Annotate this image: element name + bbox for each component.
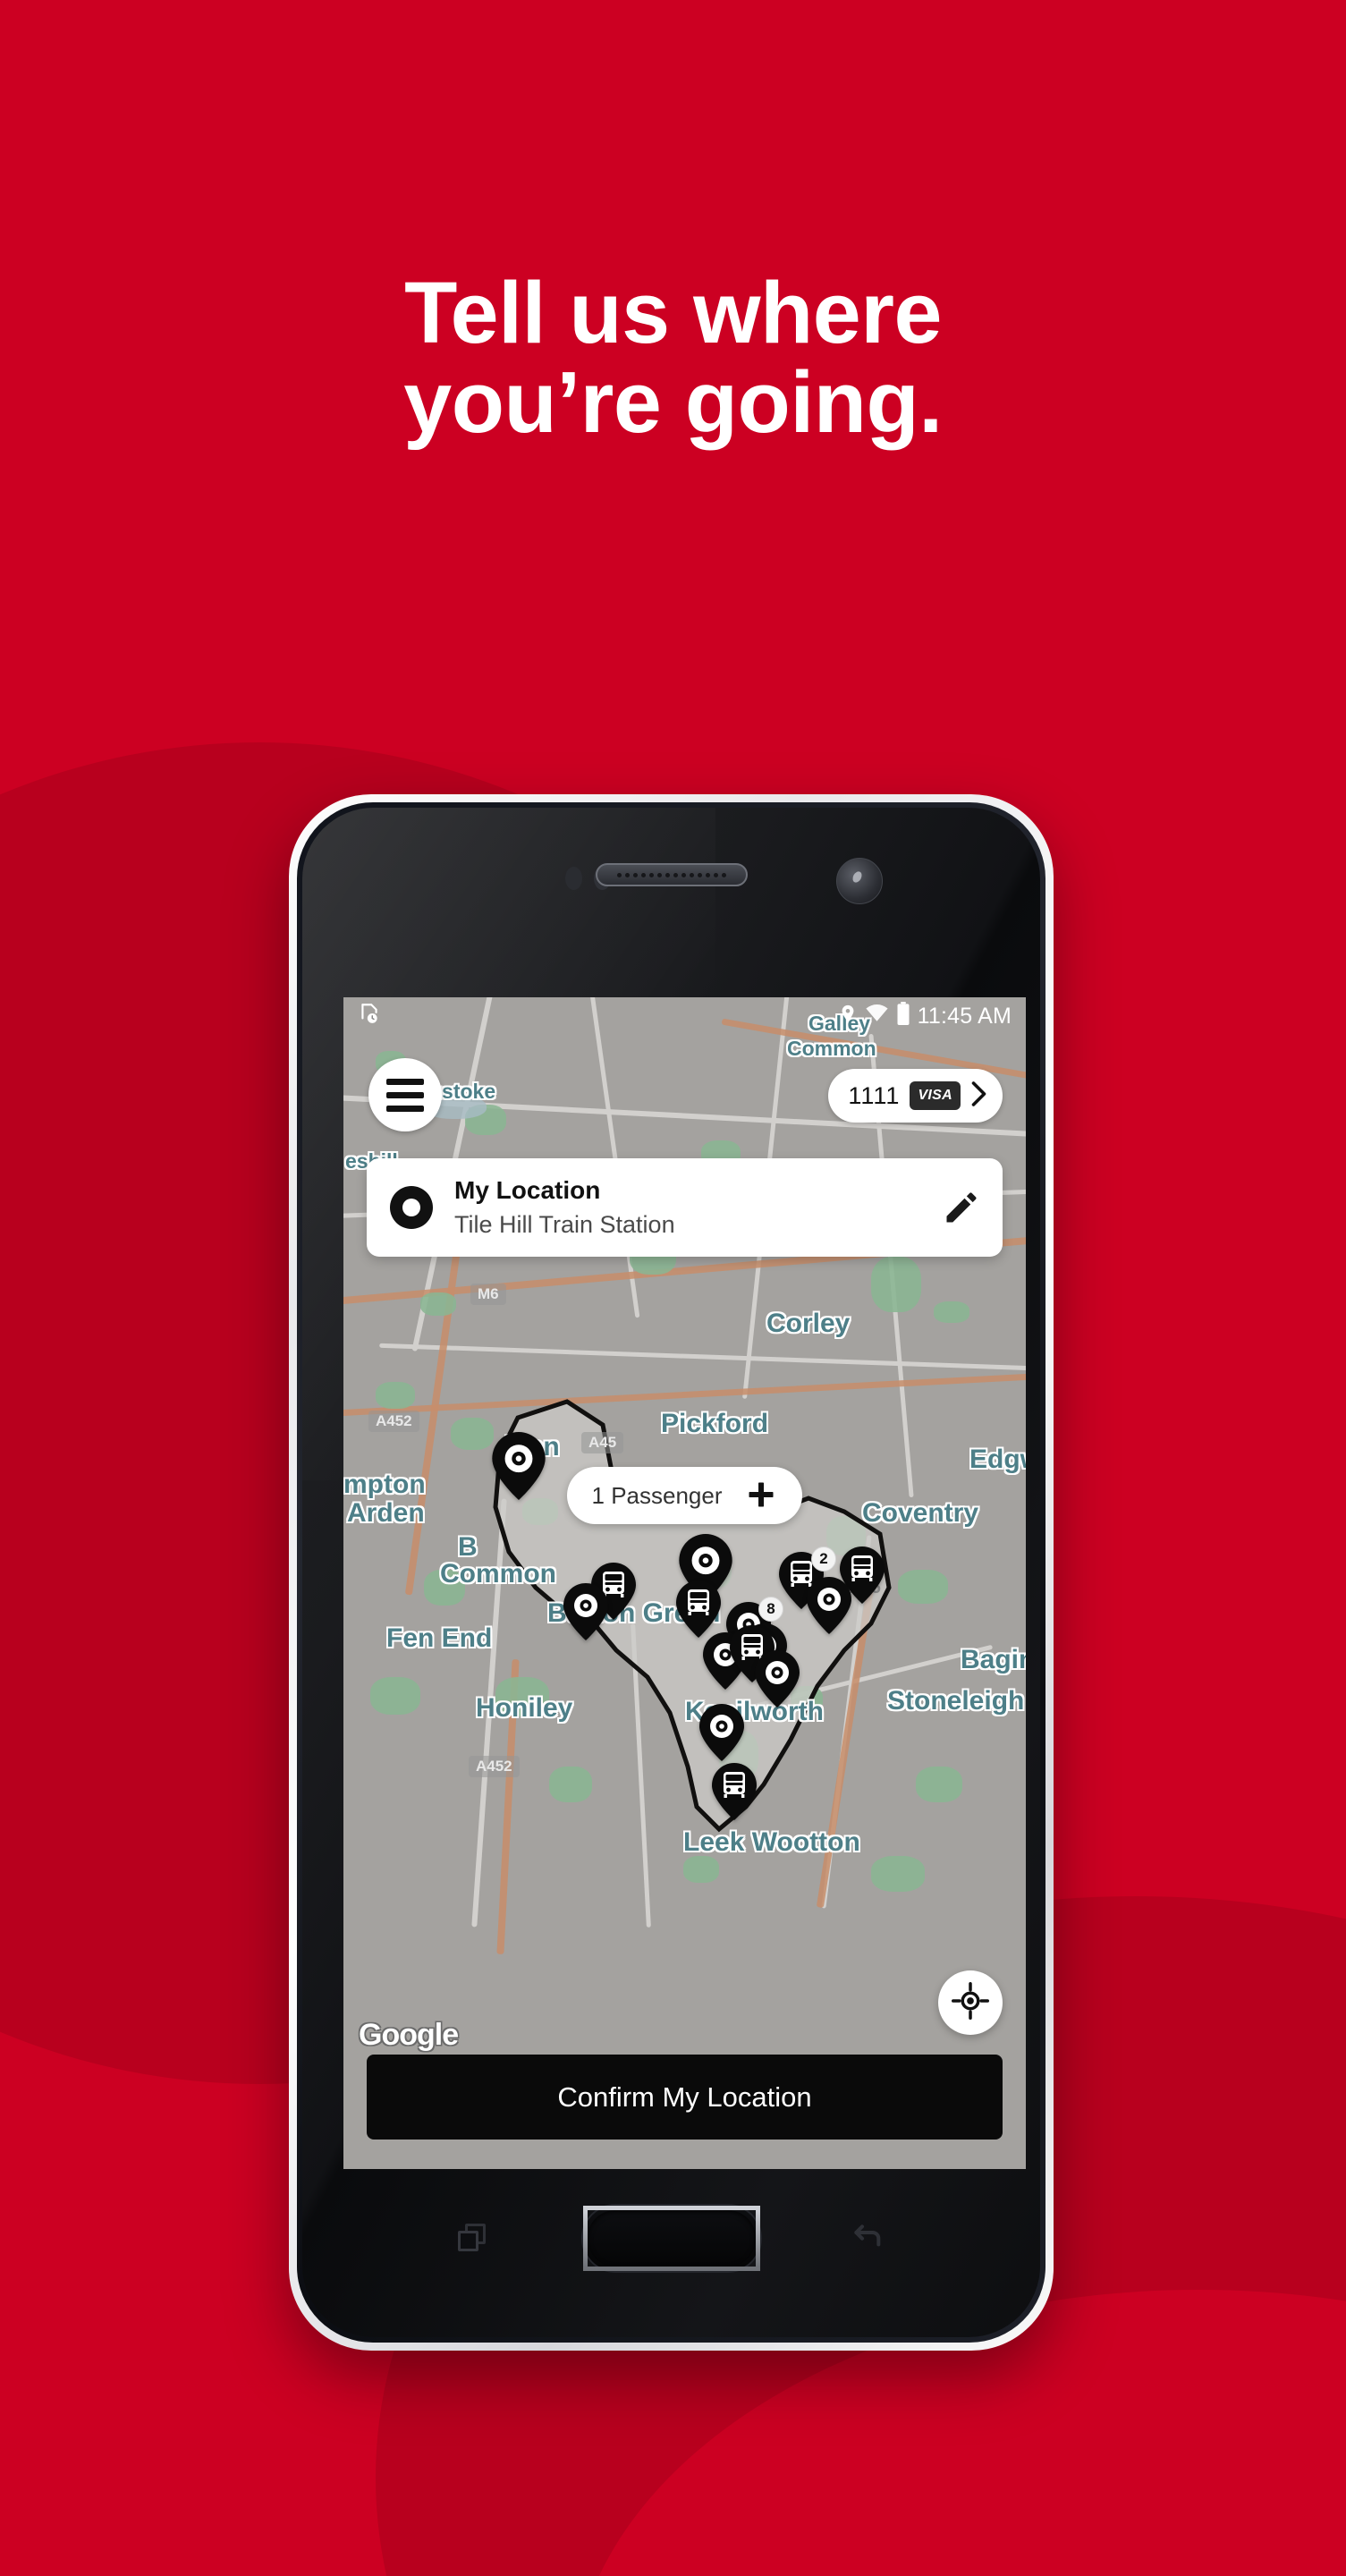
map-pin-location[interactable] [755,1650,800,1707]
phone-body: GalleyCommonustokeeshillM6CorleyA452A45i… [302,808,1040,2337]
confirm-location-button[interactable]: Confirm My Location [367,2055,1003,2140]
map-label: Leek Wootton [683,1827,860,1857]
map-label: Common [787,1037,876,1060]
map-label: Edgw [969,1445,1026,1474]
screenshot-saved-icon [358,1002,381,1031]
confirm-location-label: Confirm My Location [557,2080,812,2113]
map-pin-location[interactable] [699,1704,744,1761]
map-label: A452 [469,1756,520,1777]
map-pin-bus-stop[interactable] [712,1763,757,1820]
map-label: Honiley [476,1693,573,1723]
home-button[interactable] [582,2206,760,2271]
map-label: Baginto [961,1645,1026,1674]
promo-headline: Tell us where you’re going. [0,268,1346,447]
headline-line-2: you’re going. [403,352,943,451]
payment-method-button[interactable]: 1111 VISA [828,1069,1003,1123]
map-label: Common [440,1559,556,1589]
android-status-bar: 11:45 AM [343,997,1026,1035]
map-label: Corley [766,1309,851,1338]
proximity-sensor [565,867,582,890]
passenger-count-button[interactable]: 1 Passenger [566,1467,803,1524]
menu-icon-bar [386,1091,424,1098]
map-label: B [458,1532,478,1562]
status-bar-clock: 11:45 AM [917,1003,1012,1029]
map-label: Arden [347,1498,425,1528]
map-label: mpton [343,1470,426,1499]
map-label: A45 [581,1432,624,1453]
map-label: Fen End [386,1623,493,1653]
phone-screen: GalleyCommonustokeeshillM6CorleyA452A45i… [343,997,1026,2169]
map-label: A452 [368,1411,419,1432]
google-attribution: Google [359,2018,459,2052]
map-pin-location[interactable] [492,1432,546,1500]
recents-button[interactable] [458,2224,486,2251]
card-last-four: 1111 [848,1081,901,1109]
my-location-crosshair-icon [952,1981,989,2024]
back-button[interactable] [849,2219,885,2255]
map-cluster-badge[interactable]: 2 [811,1546,836,1572]
map-pin-location[interactable] [563,1583,608,1640]
plus-icon[interactable] [745,1479,777,1511]
headline-line-1: Tell us where [404,264,942,361]
target-icon [388,1184,435,1231]
pickup-subtitle: Tile Hill Train Station [454,1211,675,1238]
menu-icon-bar [386,1078,424,1085]
visa-badge: VISA [910,1081,961,1110]
earpiece-speaker [595,863,748,886]
map-label: Pickford [661,1409,769,1438]
phone-mockup: GalleyCommonustokeeshillM6CorleyA452A45i… [289,794,1054,2351]
map-label: Coventry [862,1498,979,1528]
menu-icon-bar [386,1105,424,1112]
map-label: M6 [470,1284,506,1305]
menu-button[interactable] [368,1058,442,1131]
front-camera [836,858,883,904]
map-pin-location[interactable] [807,1577,851,1634]
map-label: Stoneleigh [887,1686,1025,1716]
pickup-title: My Location [454,1176,601,1204]
pencil-icon[interactable] [942,1188,981,1227]
wifi-icon [865,1004,889,1030]
location-pin-icon [838,1002,858,1031]
battery-icon [896,1001,910,1031]
chevron-right-icon [970,1080,987,1112]
map-pin-bus-stop[interactable] [676,1580,721,1638]
map-cluster-badge[interactable]: 8 [758,1597,783,1622]
passenger-count-label: 1 Passenger [591,1481,723,1509]
pickup-location-card[interactable]: My Location Tile Hill Train Station [367,1158,1003,1257]
my-location-button[interactable] [938,1970,1003,2035]
